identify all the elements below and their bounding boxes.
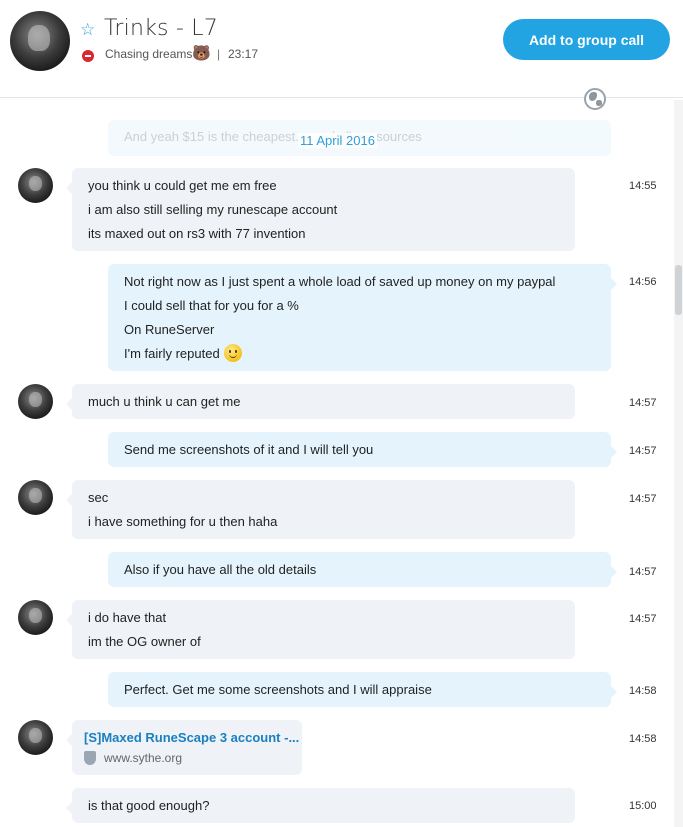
link-preview-card[interactable]: [S]Maxed RuneScape 3 account -... www.sy… (66, 720, 302, 775)
message-time: 14:56 (629, 276, 657, 288)
message-line: Send me screenshots of it and I will tel… (124, 442, 374, 457)
favorite-star-icon[interactable]: ☆ (80, 20, 95, 40)
message-line: i have something for u then haha (88, 514, 278, 529)
link-site-url: www.sythe.org (104, 751, 183, 765)
outgoing-message[interactable]: Not right now as I just spent a whole lo… (108, 264, 617, 371)
incoming-message[interactable]: you think u could get me em free i am al… (66, 168, 575, 251)
link-source: www.sythe.org (84, 751, 290, 765)
contact-name[interactable]: Trinks - L7 (104, 16, 218, 41)
outgoing-message[interactable]: Also if you have all the old details (108, 552, 617, 587)
date-divider: 11 April 2016 (298, 133, 377, 148)
sender-avatar[interactable] (18, 600, 53, 635)
sender-avatar[interactable] (18, 168, 53, 203)
message-line: its maxed out on rs3 with 77 invention (88, 226, 306, 241)
message-line: Perfect. Get me some screenshots and I w… (124, 682, 432, 697)
mood-emoji-icon: 🐻 (192, 45, 211, 62)
message-line-with-emoticon: I'm fairly reputed (124, 342, 595, 366)
message-time: 15:00 (629, 800, 657, 812)
message-line: im the OG owner of (88, 634, 201, 649)
message-line: On RuneServer (124, 322, 215, 337)
incoming-message[interactable]: is that good enough? (66, 788, 575, 823)
message-line: is that good enough? (88, 798, 210, 813)
message-line: Not right now as I just spent a whole lo… (124, 274, 556, 289)
message-time: 14:57 (629, 566, 657, 578)
contact-avatar[interactable] (10, 11, 70, 71)
incoming-message[interactable]: much u think u can get me (66, 384, 575, 419)
message-line: Also if you have all the old details (124, 562, 317, 577)
incoming-message[interactable]: i do have that im the OG owner of (66, 600, 575, 659)
scrollbar-track[interactable] (674, 100, 683, 827)
message-time: 14:57 (629, 613, 657, 625)
sender-avatar[interactable] (18, 384, 53, 419)
mood-message: Chasing dreams (105, 47, 193, 61)
message-line: i do have that (88, 610, 167, 625)
message-line: i am also still selling my runescape acc… (88, 202, 338, 217)
message-time: 14:58 (629, 733, 657, 745)
scrollbar-thumb[interactable] (675, 265, 682, 315)
smile-emoticon-icon (223, 344, 242, 362)
incoming-message[interactable]: sec i have something for u then haha (66, 480, 575, 539)
message-time: 14:55 (629, 180, 657, 192)
sender-avatar[interactable] (18, 720, 53, 755)
message-line: I could sell that for you for a % (124, 298, 299, 313)
outgoing-message[interactable]: Perfect. Get me some screenshots and I w… (108, 672, 617, 707)
message-time: 14:57 (629, 445, 657, 457)
message-line: you think u could get me em free (88, 178, 277, 193)
message-line: sec (88, 490, 109, 505)
add-to-group-call-button[interactable]: Add to group call (503, 19, 670, 60)
do-not-disturb-status-icon (82, 50, 94, 62)
outgoing-message[interactable]: Send me screenshots of it and I will tel… (108, 432, 617, 467)
link-title[interactable]: [S]Maxed RuneScape 3 account -... (84, 730, 299, 745)
message-line: much u think u can get me (88, 394, 241, 409)
contact-local-time: 23:17 (228, 47, 259, 61)
header-separator: | (217, 47, 221, 61)
message-time: 14:58 (629, 685, 657, 697)
sender-avatar[interactable] (18, 480, 53, 515)
message-text: I'm fairly reputed (124, 346, 220, 361)
message-time: 14:57 (629, 397, 657, 409)
chat-header: ☆ Trinks - L7 Chasing dreams 🐻 | 23:17 A… (0, 0, 683, 98)
message-time: 14:57 (629, 493, 657, 505)
site-shield-icon (84, 751, 96, 765)
globe-icon[interactable] (584, 88, 606, 110)
